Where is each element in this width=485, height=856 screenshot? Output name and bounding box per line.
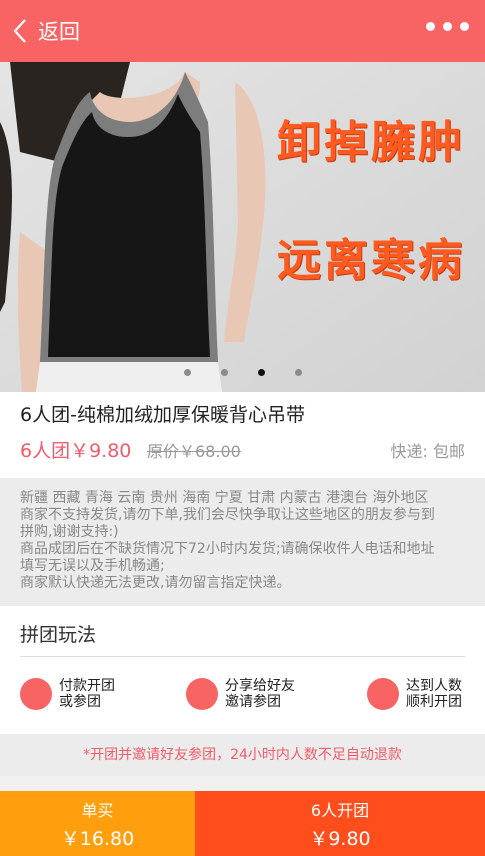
rule-step-1: 付款开团 或参团: [20, 678, 115, 710]
carousel-indicator: [0, 369, 485, 376]
chevron-left-icon: [12, 14, 34, 48]
rule-step-3: 达到人数 顺利开团: [367, 678, 462, 710]
notice-line: 拼购,谢谢支持:): [20, 524, 119, 540]
refund-tip: *开团并邀请好友参团，24小时内人数不足自动退款: [0, 734, 485, 776]
carousel-dot[interactable]: [220, 369, 228, 376]
carousel-dot[interactable]: [183, 369, 191, 376]
step-label: 达到人数: [406, 678, 462, 694]
back-label: 返回: [38, 20, 80, 44]
group-rules: 拼团玩法 付款开团 或参团 分享给好友 邀请参团 达到人数 顺利开团: [0, 606, 485, 734]
more-icon[interactable]: [426, 22, 469, 31]
product-info: 6人团-纯棉加绒加厚保暖背心吊带 6人团￥9.80 原价￥68.00 快递: 包…: [0, 392, 485, 478]
product-banner[interactable]: 卸掉臃肿 远离寒病: [0, 62, 485, 392]
notice-line: 商家默认快递无法更改,请勿留言指定快递。: [20, 575, 291, 591]
buy-single-button[interactable]: 单买 ￥16.80: [0, 791, 195, 856]
step-label: 或参团: [59, 694, 101, 710]
buy-single-label: 单买: [81, 800, 114, 820]
promo-text-1: 卸掉臃肿: [277, 117, 465, 168]
top-bar: 返回: [0, 0, 485, 62]
notice-line: 新疆 西藏 青海 云南 贵州 海南 宁夏 甘肃 内蒙古 港澳台 海外地区: [20, 490, 429, 506]
buy-single-price: ￥16.80: [60, 827, 135, 850]
step-label: 顺利开团: [406, 694, 462, 710]
step-label: 邀请参团: [225, 694, 281, 710]
original-price: 原价￥68.00: [147, 442, 241, 461]
carousel-dot-active[interactable]: [257, 369, 265, 376]
rules-title: 拼团玩法: [20, 624, 97, 646]
notice-line: 商品成团后在不缺货情况下72小时内发货;请确保收件人电话和地址: [20, 541, 435, 557]
start-group-label: 6人开团: [310, 800, 370, 820]
shipping-info: 快递: 包邮: [390, 442, 465, 461]
back-button[interactable]: 返回: [12, 14, 80, 48]
divider: [20, 656, 465, 657]
shipping-notice: 新疆 西藏 青海 云南 贵州 海南 宁夏 甘肃 内蒙古 港澳台 海外地区 商家不…: [0, 478, 485, 606]
step-circle-icon: [20, 678, 52, 710]
step-circle-icon: [367, 678, 399, 710]
carousel-dot[interactable]: [294, 369, 302, 376]
product-title: 6人团-纯棉加绒加厚保暖背心吊带: [20, 404, 305, 426]
notice-line: 商家不支持发货,请勿下单,我们会尽快争取让这些地区的朋友参与到: [20, 507, 435, 523]
bottom-action-bar: 单买 ￥16.80 6人开团 ￥9.80: [0, 791, 485, 856]
notice-line: 填写无误以及手机畅通;: [20, 558, 165, 574]
start-group-price: ￥9.80: [309, 827, 371, 850]
start-group-button[interactable]: 6人开团 ￥9.80: [195, 791, 485, 856]
promo-text-2: 远离寒病: [277, 235, 465, 286]
step-circle-icon: [186, 678, 218, 710]
step-label: 付款开团: [59, 678, 115, 694]
step-label: 分享给好友: [225, 678, 295, 694]
group-price: 6人团￥9.80: [20, 440, 132, 462]
rule-step-2: 分享给好友 邀请参团: [186, 678, 295, 710]
